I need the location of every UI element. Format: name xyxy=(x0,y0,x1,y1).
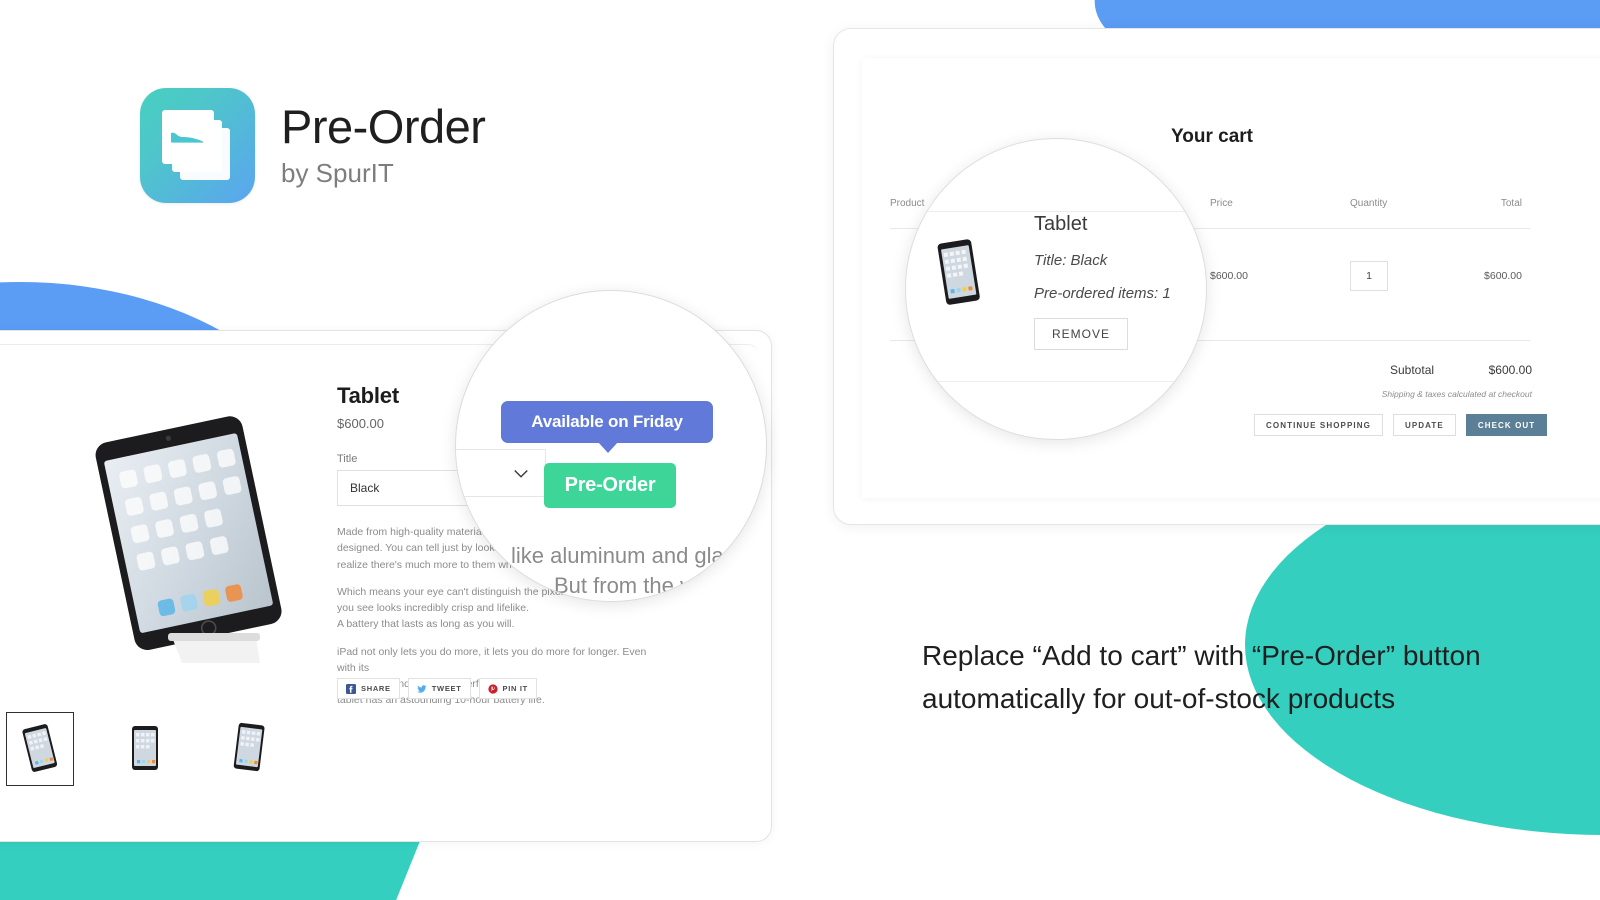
pre-order-button[interactable]: Pre-Order xyxy=(544,463,676,508)
magnified-cart-item-details: Tablet Title: Black Pre-ordered items: 1… xyxy=(1034,213,1204,350)
twitter-icon xyxy=(417,684,427,693)
magnified-variant-select[interactable] xyxy=(456,449,546,497)
shoe-icon xyxy=(171,132,203,143)
cart-item-price: $600.00 xyxy=(1210,270,1248,282)
cart-item-preordered-count: Pre-ordered items: 1 xyxy=(1034,285,1171,302)
magnified-divider-top xyxy=(906,211,1206,212)
remove-item-button[interactable]: REMOVE xyxy=(1034,318,1128,350)
quantity-input[interactable]: 1 xyxy=(1350,261,1388,291)
share-button-twitter[interactable]: TWEET xyxy=(407,678,471,699)
cart-actions: CONTINUE SHOPPING UPDATE CHECK OUT xyxy=(1254,414,1548,436)
desc-line: iPad not only lets you do more, it lets … xyxy=(337,645,647,674)
cart-subtotal-row: Subtotal $600.00 xyxy=(1390,363,1532,377)
magnified-description-line-2: But from the ve xyxy=(554,573,704,598)
cart-item-variant: Title: Black xyxy=(1034,252,1108,269)
share-button-label: PIN IT xyxy=(502,684,528,693)
brand-subtitle: by SpurIT xyxy=(281,157,394,188)
magnified-description-line-1: like aluminum and glass. xyxy=(511,543,752,568)
tooltip-arrow-icon xyxy=(598,442,618,453)
cart-column-quantity: Quantity xyxy=(1350,198,1388,209)
tablet-angled-thumb-icon xyxy=(22,724,58,772)
product-thumbnail-1[interactable] xyxy=(112,712,178,784)
variant-select-value: Black xyxy=(350,481,380,495)
product-thumbnail-2[interactable] xyxy=(216,712,282,784)
promo-banner: Pre-Order by SpurIT Tablet $600.00 Title… xyxy=(0,0,1600,900)
cart-item-total: $600.00 xyxy=(1484,270,1522,282)
brand-header: Pre-Order by SpurIT xyxy=(140,88,486,203)
magnified-divider-bottom xyxy=(906,381,1206,382)
magnifier-product-button: Available on Friday Pre-Order like alumi… xyxy=(455,290,767,602)
update-cart-button[interactable]: UPDATE xyxy=(1392,414,1456,436)
cart-item-title: Tablet xyxy=(1034,213,1088,235)
desc-line: you see looks incredibly crisp and lifel… xyxy=(337,602,530,615)
cart-subtotal-label: Subtotal xyxy=(1390,363,1435,377)
chevron-down-icon xyxy=(514,469,528,478)
cart-subtotal-value: $600.00 xyxy=(1488,363,1532,377)
cart-item-thumbnail[interactable] xyxy=(928,233,990,315)
tablet-front-thumb-icon xyxy=(132,726,158,770)
continue-shopping-button[interactable]: CONTINUE SHOPPING xyxy=(1254,414,1383,436)
promo-tagline: Replace “Add to cart” with “Pre-Order” b… xyxy=(922,640,1481,715)
magnifier-cart-item: Tablet Title: Black Pre-ordered items: 1… xyxy=(905,138,1207,440)
cart-column-product: Product xyxy=(890,198,925,209)
share-button-facebook[interactable]: SHARE xyxy=(337,678,400,699)
product-thumbnail-strip[interactable] xyxy=(6,712,282,786)
social-share-row: SHARE TWEET PIN IT xyxy=(337,678,537,699)
product-thumbnail-0[interactable] xyxy=(6,712,74,786)
check-out-button[interactable]: CHECK OUT xyxy=(1465,414,1548,436)
cart-shipping-note: Shipping & taxes calculated at checkout xyxy=(1381,389,1532,399)
cart-title: Your cart xyxy=(1170,126,1253,147)
product-main-image[interactable] xyxy=(60,405,320,675)
page-title: Pre-Order xyxy=(281,100,486,154)
cart-column-price: Price xyxy=(1210,198,1233,209)
share-button-pinterest[interactable]: PIN IT xyxy=(478,678,537,699)
brand-text: Pre-Order by SpurIT xyxy=(281,100,486,188)
availability-tooltip: Available on Friday xyxy=(501,401,713,443)
pinterest-icon xyxy=(487,683,498,694)
product-gallery xyxy=(60,405,320,685)
cart-column-total: Total xyxy=(1500,198,1522,209)
magnifier-left-content: Available on Friday Pre-Order like alumi… xyxy=(456,291,766,601)
desc-line: A battery that lasts as long as you will… xyxy=(337,618,515,631)
facebook-icon xyxy=(346,683,356,694)
app-logo-icon xyxy=(140,88,255,203)
share-button-label: SHARE xyxy=(361,684,391,693)
tablet-tilted-thumb-icon xyxy=(233,722,265,772)
share-button-label: TWEET xyxy=(431,684,462,693)
